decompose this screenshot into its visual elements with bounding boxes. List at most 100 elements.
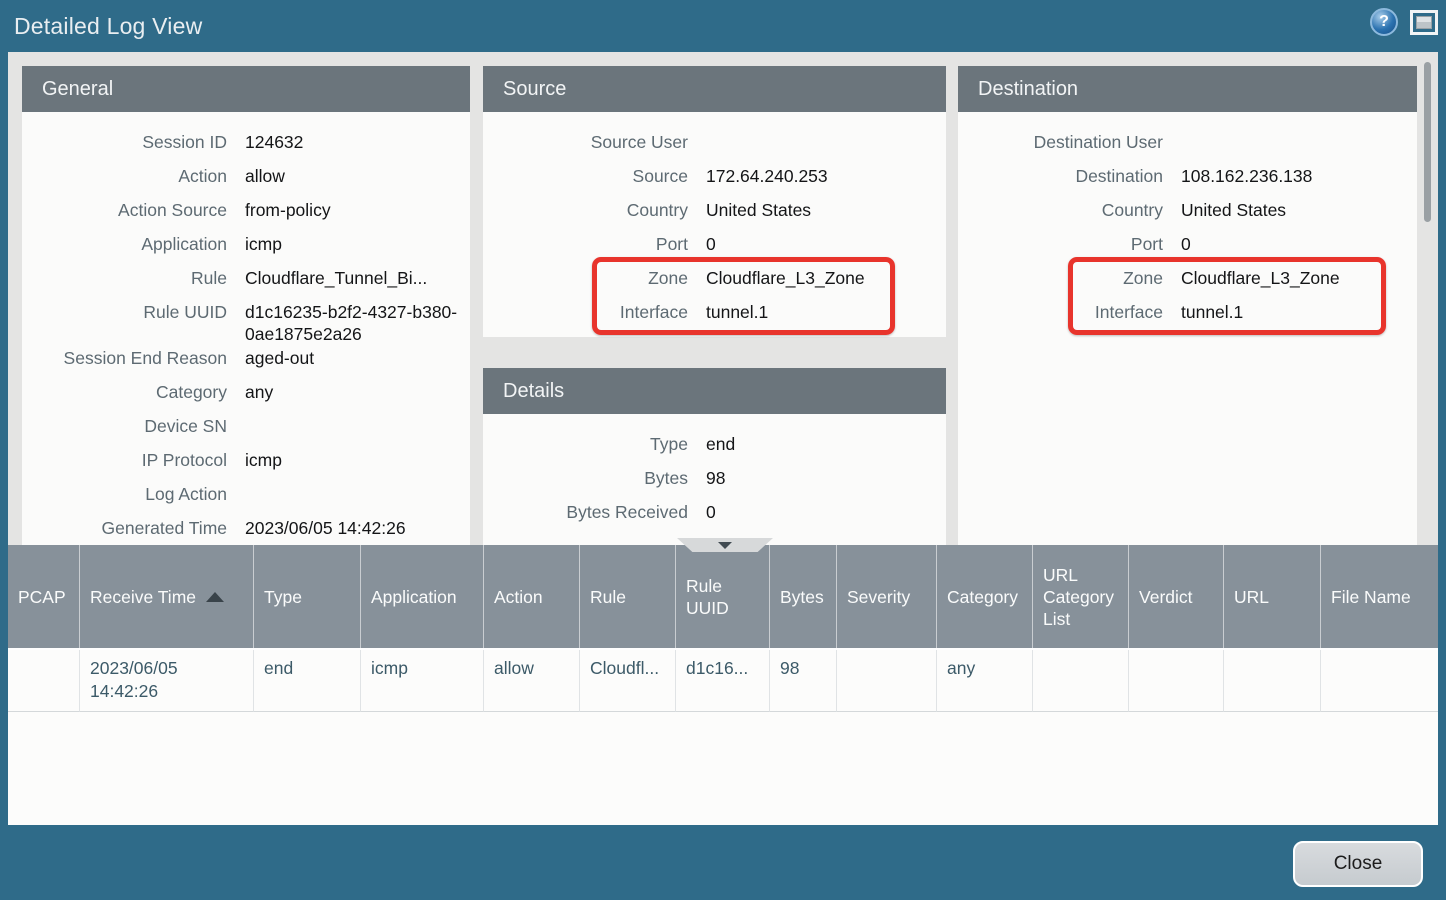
column-header-severity[interactable]: Severity	[837, 545, 937, 648]
log-cell: 2023/06/05 14:42:26	[80, 650, 254, 712]
field-label: Rule UUID	[22, 299, 227, 323]
column-header-label: Verdict	[1139, 586, 1193, 608]
column-header-pcap[interactable]: PCAP	[8, 545, 80, 648]
field-label: Action Source	[22, 197, 227, 221]
field-value: tunnel.1	[706, 299, 768, 323]
dialog-titlebar: Detailed Log View ?	[0, 0, 1446, 52]
field-value: 172.64.240.253	[706, 163, 828, 187]
column-header-receive-time[interactable]: Receive Time	[80, 545, 254, 648]
column-header-label: URL	[1234, 586, 1269, 608]
field-label: Log Action	[22, 481, 227, 505]
general-panel: General Session ID124632ActionallowActio…	[22, 66, 470, 545]
field-label: Category	[22, 379, 227, 403]
panel-collapse-handle[interactable]	[677, 538, 773, 552]
help-icon[interactable]: ?	[1370, 8, 1398, 36]
field-label: Interface	[958, 299, 1163, 323]
field-label: Destination User	[958, 129, 1163, 153]
destination-panel: Destination Destination User Destination 1…	[958, 66, 1417, 545]
field-row: Application icmp	[22, 231, 470, 265]
field-value: 2023/06/05 14:42:26	[245, 515, 406, 539]
log-cell	[837, 650, 937, 712]
field-value: tunnel.1	[1181, 299, 1243, 323]
field-value: allow	[245, 163, 285, 187]
column-header-action[interactable]: Action	[484, 545, 580, 648]
source-panel-body: Source User Source 172.64.240.253 Country Un…	[483, 112, 946, 333]
source-panel-header: Source	[483, 66, 946, 112]
details-panel-header: Details	[483, 368, 946, 414]
destination-panel-body: Destination User Destination 108.162.236.1…	[958, 112, 1417, 333]
field-label: Destination	[958, 163, 1163, 187]
column-header-application[interactable]: Application	[361, 545, 484, 648]
details-panel-body: TypeendBytes 98 Bytes Received 0	[483, 414, 946, 533]
field-label: IP Protocol	[22, 447, 227, 471]
log-cell: d1c16...	[676, 650, 770, 712]
field-label: Bytes	[483, 465, 688, 489]
field-value: icmp	[245, 447, 282, 471]
field-row: Bytes 98	[483, 465, 946, 499]
field-row: Generated Time2023/06/05 14:42:26	[22, 515, 470, 545]
field-row: Interface tunnel.1	[958, 299, 1417, 333]
field-label: Source User	[483, 129, 688, 153]
window-restore-icon[interactable]	[1410, 10, 1438, 35]
column-header-rule[interactable]: Rule	[580, 545, 676, 648]
details-panel: Details TypeendBytes 98 Bytes Received 0	[483, 368, 946, 545]
log-cell	[1224, 650, 1321, 712]
log-table-body: 2023/06/05 14:42:26endicmpallowCloudfl..…	[8, 648, 1438, 712]
field-row: RuleCloudflare_Tunnel_Bi...	[22, 265, 470, 299]
field-row: Category any	[22, 379, 470, 413]
field-row: Session ID124632	[22, 129, 470, 163]
field-row: Session End Reasonaged-out	[22, 345, 470, 379]
field-row: Port0	[958, 231, 1417, 265]
field-value: end	[706, 431, 735, 455]
column-header-bytes[interactable]: Bytes	[770, 545, 837, 648]
field-label: Rule	[22, 265, 227, 289]
vertical-scrollbar-thumb[interactable]	[1424, 62, 1431, 222]
column-header-rule-uuid[interactable]: Rule UUID	[676, 545, 770, 648]
field-row: Country United States	[483, 197, 946, 231]
field-label: Source	[483, 163, 688, 187]
field-row: CountryUnited States	[958, 197, 1417, 231]
field-value: 108.162.236.138	[1181, 163, 1312, 187]
window-restore-icon-inner	[1416, 16, 1432, 29]
column-header-label: Application	[371, 586, 457, 608]
column-header-file-name[interactable]: File Name	[1321, 545, 1438, 648]
field-row: ZoneCloudflare_L3_Zone	[483, 265, 946, 299]
log-detail-panels-region: General Session ID124632ActionallowActio…	[8, 52, 1438, 545]
column-header-url[interactable]: URL	[1224, 545, 1321, 648]
log-table-header: PCAPReceive TimeType Application Action Rul…	[8, 545, 1438, 648]
field-label: Session End Reason	[22, 345, 227, 369]
field-label: Interface	[483, 299, 688, 323]
field-value: 98	[706, 465, 725, 489]
source-panel: Source Source User Source 172.64.240.253 Co…	[483, 66, 946, 337]
log-cell	[8, 650, 80, 712]
field-row: Bytes Received 0	[483, 499, 946, 533]
field-value: Cloudflare_L3_Zone	[1181, 265, 1340, 289]
log-cell: allow	[484, 650, 580, 712]
field-value: United States	[706, 197, 811, 221]
field-row: Port0	[483, 231, 946, 265]
field-value: any	[245, 379, 273, 403]
chevron-down-icon	[718, 542, 732, 549]
log-table-row[interactable]: 2023/06/05 14:42:26endicmpallowCloudfl..…	[8, 648, 1438, 712]
field-label: Zone	[958, 265, 1163, 289]
field-label: Action	[22, 163, 227, 187]
field-row: Typeend	[483, 431, 946, 465]
column-header-label: File Name	[1331, 586, 1411, 608]
field-label: Bytes Received	[483, 499, 688, 523]
close-button[interactable]: Close	[1293, 841, 1423, 887]
field-value: icmp	[245, 231, 282, 255]
field-row: Action Sourcefrom-policy	[22, 197, 470, 231]
column-header-category[interactable]: Category	[937, 545, 1033, 648]
field-label: Country	[483, 197, 688, 221]
field-row: Zone Cloudflare_L3_Zone	[958, 265, 1417, 299]
column-header-type[interactable]: Type	[254, 545, 361, 648]
column-header-url-category-list[interactable]: URL Category List	[1033, 545, 1129, 648]
field-label: Device SN	[22, 413, 227, 437]
field-label: Zone	[483, 265, 688, 289]
field-value: 0	[706, 499, 716, 523]
field-label: Application	[22, 231, 227, 255]
column-header-verdict[interactable]: Verdict	[1129, 545, 1224, 648]
field-row: Device SN	[22, 413, 470, 447]
column-header-label: Action	[494, 586, 543, 608]
field-row: Log Action	[22, 481, 470, 515]
